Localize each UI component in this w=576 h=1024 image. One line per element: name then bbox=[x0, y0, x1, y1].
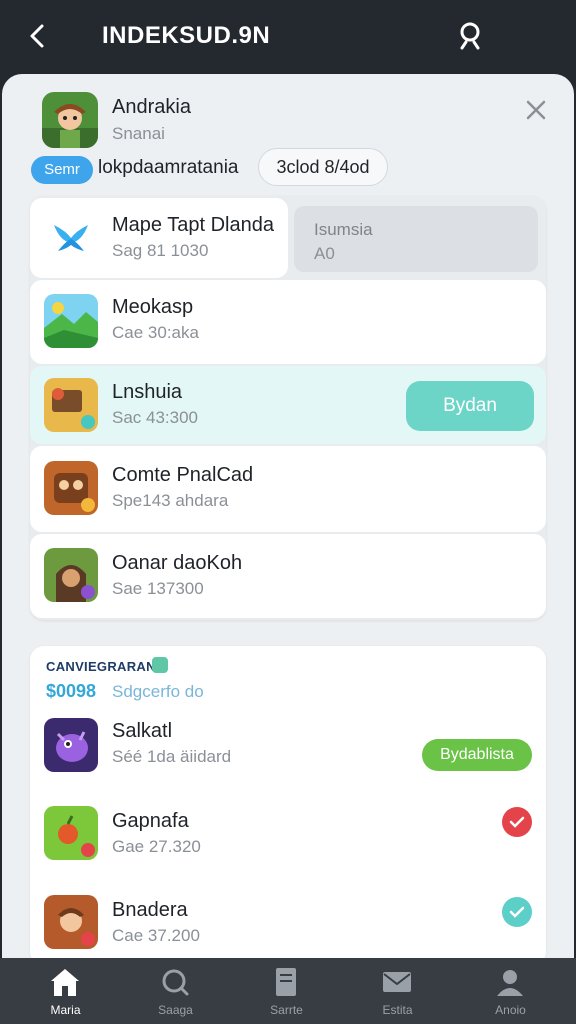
item-sub: Gae 27.320 bbox=[112, 837, 201, 856]
status-icon bbox=[502, 897, 532, 927]
creature-game-icon bbox=[44, 718, 98, 772]
check-icon bbox=[509, 906, 525, 918]
item-name: Mape Tapt Dlanda bbox=[112, 214, 274, 236]
app-icon bbox=[44, 718, 98, 772]
nav-item-search[interactable]: Saaga bbox=[118, 958, 233, 1024]
app-icon bbox=[42, 92, 98, 148]
section-title: CANVIEGRARAN bbox=[46, 659, 156, 674]
profile-button[interactable] bbox=[452, 18, 488, 54]
app-icon bbox=[44, 378, 98, 432]
close-button[interactable] bbox=[522, 96, 550, 124]
info-sub: A0 bbox=[314, 244, 335, 263]
item-name: Gapnafa bbox=[112, 810, 189, 832]
list-item[interactable]: Bnadera Cae 37.200 bbox=[30, 880, 546, 964]
back-button[interactable] bbox=[22, 20, 54, 52]
bird-icon bbox=[44, 211, 98, 265]
nav-item-documents[interactable]: Sarrte bbox=[229, 958, 344, 1024]
app-icon bbox=[44, 294, 98, 348]
list-item[interactable]: Gapnafa Gae 27.320 bbox=[30, 790, 546, 878]
section-price-sub: Sdgcerfo do bbox=[112, 682, 204, 701]
app-icon bbox=[44, 895, 98, 949]
item-sub: Séé 1da äiidard bbox=[112, 747, 232, 766]
document-icon bbox=[276, 968, 296, 996]
item-sub: Cae 30:aka bbox=[112, 323, 199, 342]
character-game-icon bbox=[44, 895, 98, 949]
user-icon bbox=[497, 970, 523, 996]
nav-label: Estita bbox=[382, 1003, 413, 1017]
nav-item-home[interactable]: Maria bbox=[8, 958, 123, 1024]
nav-label: Saaga bbox=[158, 1003, 193, 1017]
close-icon bbox=[526, 100, 546, 120]
tag-pill[interactable]: Semr bbox=[31, 156, 93, 184]
user-icon bbox=[460, 22, 480, 50]
nav-label: Maria bbox=[50, 1003, 81, 1017]
badge-icon bbox=[152, 657, 168, 673]
home-icon bbox=[51, 969, 79, 996]
nav-label: Sarrte bbox=[270, 1003, 303, 1017]
adventurer-game-icon bbox=[42, 92, 98, 148]
item-name: Salkatl bbox=[112, 720, 173, 742]
item-sub: Spe143 ahdara bbox=[112, 491, 229, 510]
robot-game-icon bbox=[44, 461, 98, 515]
filter-chip[interactable]: 3clod 8/4od bbox=[258, 148, 388, 186]
chevron-left-icon bbox=[30, 24, 44, 48]
get-button[interactable]: Bydablista bbox=[422, 739, 532, 771]
item-name: Bnadera bbox=[112, 899, 188, 921]
app-subtitle: Snanai bbox=[112, 124, 165, 143]
item-name: Meokasp bbox=[112, 296, 194, 318]
app-icon bbox=[44, 461, 98, 515]
mail-icon bbox=[383, 972, 411, 992]
app-icon bbox=[44, 548, 98, 602]
tag-text: lokpdaamratania bbox=[98, 157, 239, 178]
search-icon bbox=[162, 969, 189, 996]
item-sub: Sac 43:300 bbox=[112, 408, 199, 427]
nav-item-profile[interactable]: Anoio bbox=[453, 958, 568, 1024]
info-title: Isumsia bbox=[314, 220, 373, 239]
list-item[interactable]: Meokasp Cae 30:aka bbox=[30, 280, 546, 364]
top-bar: INDEKSUD.9N bbox=[0, 0, 576, 74]
page-title: INDEKSUD.9N bbox=[102, 22, 271, 49]
item-name: Comte PnalCad bbox=[112, 464, 254, 486]
item-sub: Cae 37.200 bbox=[112, 926, 200, 945]
fruit-game-icon bbox=[44, 806, 98, 860]
item-name: Lnshuia bbox=[112, 381, 183, 403]
status-icon bbox=[502, 807, 532, 837]
app-icon bbox=[44, 806, 98, 860]
info-panel: Isumsia A0 bbox=[294, 206, 538, 272]
item-name: Oanar daoKoh bbox=[112, 552, 243, 574]
nav-item-messages[interactable]: Estita bbox=[340, 958, 455, 1024]
warrior-game-icon bbox=[44, 548, 98, 602]
list-item[interactable]: Comte PnalCad Spe143 ahdara bbox=[30, 446, 546, 532]
list-item[interactable]: Oanar daoKoh Sae 137300 bbox=[30, 534, 546, 618]
section-price: $0098 bbox=[46, 681, 97, 701]
puzzle-game-icon bbox=[44, 378, 98, 432]
app-icon bbox=[44, 211, 98, 265]
nav-label: Anoio bbox=[495, 1003, 526, 1017]
list-item[interactable]: Mape Tapt Dlanda Sag 81 1030 bbox=[30, 198, 288, 278]
landscape-game-icon bbox=[44, 294, 98, 348]
action-button[interactable]: Bydan bbox=[406, 381, 534, 431]
item-sub: Sag 81 1030 bbox=[112, 241, 209, 260]
item-sub: Sae 137300 bbox=[112, 579, 204, 598]
bottom-nav: Maria Saaga Sarrte Estita Anoio bbox=[0, 958, 576, 1024]
app-name: Andrakia bbox=[112, 96, 191, 118]
check-icon bbox=[509, 816, 525, 828]
